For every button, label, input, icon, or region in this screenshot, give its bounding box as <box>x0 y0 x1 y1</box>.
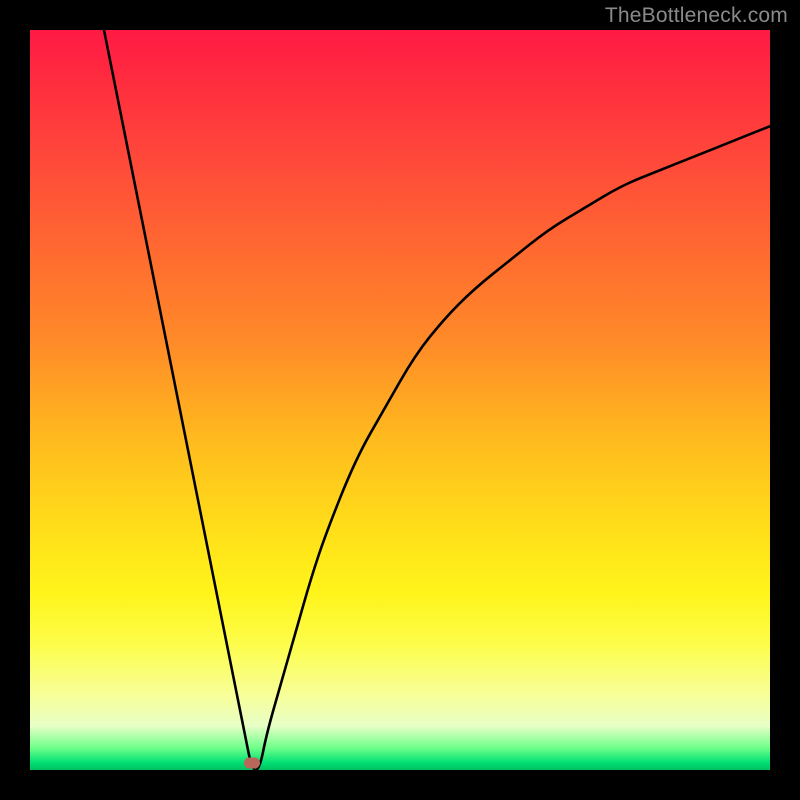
chart-frame: TheBottleneck.com <box>0 0 800 800</box>
bottleneck-curve <box>30 30 770 770</box>
optimal-marker <box>244 757 260 768</box>
watermark-text: TheBottleneck.com <box>605 4 788 28</box>
plot-area <box>30 30 770 770</box>
